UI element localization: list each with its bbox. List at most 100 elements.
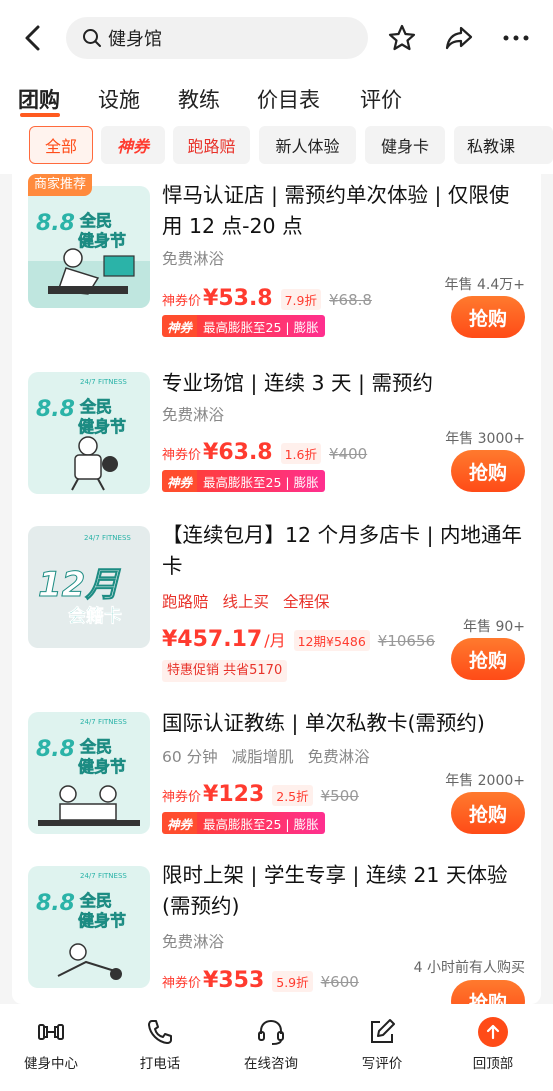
tag: 免费淋浴 — [162, 406, 225, 424]
chip-gym-card[interactable]: 健身卡 — [365, 126, 445, 164]
tag: 免费淋浴 — [162, 933, 225, 951]
tab-facilities[interactable]: 设施 — [98, 84, 140, 114]
bottom-bar: 健身中心 打电话 在线咨询 写评价 回顶部 — [0, 1004, 553, 1091]
poster-brand: 24/7 FITNESS — [80, 718, 127, 726]
price-row: ¥457.17 /月 12期¥5486 ¥10656 — [162, 627, 435, 652]
bottom-gym-center[interactable]: 健身中心 — [6, 1016, 96, 1072]
original-price: ¥500 — [320, 787, 359, 805]
original-price: ¥68.8 — [329, 291, 372, 309]
buy-button[interactable]: 抢购 — [451, 296, 525, 338]
search-query: 健身馆 — [108, 29, 162, 50]
sold-count: 年售 2000+ — [445, 773, 525, 789]
poster-line2: 健身节 — [78, 757, 126, 776]
poster-brand: 24/7 FITNESS — [80, 872, 127, 880]
original-price: ¥400 — [329, 445, 368, 463]
poster-line2: 健身节 — [78, 911, 126, 930]
deal-title: 限时上架 | 学生专享 | 连续 21 天体验(需预约) — [162, 863, 508, 918]
price-row: 神券价 ¥123 2.5折 ¥500 — [162, 782, 359, 807]
tab-price-list[interactable]: 价目表 — [257, 84, 320, 114]
filter-chips: 全部 神券 跑路赔 新人体验 健身卡 私教课 — [0, 122, 553, 174]
poster-line1: 全民 — [79, 211, 112, 230]
bottom-write-review[interactable]: 写评价 — [337, 1016, 427, 1072]
deal-item[interactable]: 24/7 FITNESS 8.8 全民 健身节 专业场馆 | 连续 3 天 | … — [12, 360, 541, 510]
buy-button[interactable]: 抢购 — [451, 980, 525, 1004]
discount: 1.6折 — [280, 443, 321, 464]
price-label: 神券价 — [162, 294, 202, 309]
discount: 2.5折 — [272, 785, 313, 806]
chip-coupon[interactable]: 神券 — [101, 126, 165, 164]
sold-count: 年售 90+ — [463, 619, 525, 635]
deal-title: 专业场馆 | 连续 3 天 | 需预约 — [162, 371, 433, 395]
poster-line1: 会籍卡 — [68, 605, 122, 627]
tab-indicator — [20, 113, 60, 117]
merchant-recommend-badge: 商家推荐 — [28, 174, 93, 196]
deal-list: 8.8 全民 健身节 商家推荐 悍马认证店 | 需预约单次体验 | 仅限使用 1… — [12, 174, 541, 1004]
price: ¥123 — [203, 782, 265, 807]
bottom-back-to-top[interactable]: 回顶部 — [448, 1016, 538, 1072]
price: ¥53.8 — [203, 286, 273, 311]
buy-button[interactable]: 抢购 — [451, 450, 525, 492]
search-icon — [83, 29, 101, 47]
deal-item[interactable]: 24/7 FITNESS 12月 会籍卡 【连续包月】12 个月多店卡 | 内地… — [12, 514, 541, 694]
discount: 7.9折 — [280, 289, 321, 310]
coupon-tag: 神券 — [162, 315, 198, 337]
chip-private-class[interactable]: 私教课 — [454, 126, 553, 164]
share-icon[interactable] — [443, 22, 475, 54]
special-promo[interactable]: 特惠促销 共省5170 — [162, 660, 288, 682]
bottom-label: 打电话 — [139, 1056, 181, 1072]
edit-icon — [366, 1016, 398, 1048]
deal-item[interactable]: 8.8 全民 健身节 商家推荐 悍马认证店 | 需预约单次体验 | 仅限使用 1… — [12, 174, 541, 344]
chip-refund-guarantee[interactable]: 跑路赔 — [173, 126, 250, 164]
coupon-promo[interactable]: 神券 最高膨胀至25 | 膨胀 — [162, 315, 325, 337]
poster-brand: 24/7 FITNESS — [84, 534, 131, 542]
poster-line2: 健身节 — [78, 231, 126, 250]
search-input[interactable]: 健身馆 — [66, 17, 368, 59]
star-icon[interactable] — [386, 22, 418, 54]
bottom-label: 在线咨询 — [244, 1056, 298, 1072]
chip-all[interactable]: 全部 — [29, 126, 93, 164]
coupon-promo[interactable]: 神券 最高膨胀至25 | 膨胀 — [162, 470, 325, 492]
poster-number: 8.8 — [36, 397, 75, 422]
coupon-tag: 神券 — [162, 812, 198, 834]
deal-title: 国际认证教练 | 单次私教卡(需预约) — [162, 711, 485, 735]
top-bar: 健身馆 — [0, 0, 553, 74]
poster-line2: 健身节 — [78, 417, 126, 436]
deal-tags: 免费淋浴 — [162, 247, 238, 269]
tag: 免费淋浴 — [162, 250, 225, 268]
original-price: ¥600 — [320, 973, 359, 991]
tab-reviews[interactable]: 评价 — [360, 84, 402, 114]
chip-new-user[interactable]: 新人体验 — [259, 126, 356, 164]
phone-icon — [144, 1016, 176, 1048]
back-icon[interactable] — [18, 22, 48, 54]
arrow-up-wrapper — [477, 1016, 509, 1048]
poster-image: 8.8 全民 健身节 — [28, 186, 150, 308]
price: ¥63.8 — [203, 440, 273, 465]
coupon-text: 最高膨胀至25 | 膨胀 — [197, 812, 325, 834]
tag: 减脂增肌 — [231, 748, 294, 766]
deal-tags: 免费淋浴 — [162, 403, 238, 425]
poster-image: 24/7 FITNESS 8.8 全民 健身节 — [28, 712, 150, 834]
deal-title: 悍马认证店 | 需预约单次体验 | 仅限使用 12 点-20 点 — [162, 183, 510, 238]
tag: 跑路赔 — [162, 593, 209, 611]
price-unit: /月 — [264, 631, 286, 650]
poster-line1: 全民 — [79, 397, 112, 416]
poster-line1: 全民 — [79, 891, 112, 910]
tab-group-buy[interactable]: 团购 — [18, 84, 60, 114]
bottom-label: 回顶部 — [472, 1056, 514, 1072]
price-label: 神券价 — [162, 976, 202, 991]
buy-button[interactable]: 抢购 — [451, 792, 525, 834]
poster-image: 24/7 FITNESS 12月 会籍卡 — [28, 526, 150, 648]
poster-brand: 24/7 FITNESS — [80, 378, 127, 386]
deal-item[interactable]: 24/7 FITNESS 8.8 全民 健身节 国际认证教练 | 单次私教卡(需… — [12, 700, 541, 850]
more-icon[interactable] — [500, 22, 532, 54]
original-price: ¥10656 — [377, 632, 436, 650]
coupon-text: 最高膨胀至25 | 膨胀 — [197, 470, 325, 492]
bottom-call[interactable]: 打电话 — [115, 1016, 205, 1072]
buy-button[interactable]: 抢购 — [451, 638, 525, 680]
bottom-online-consult[interactable]: 在线咨询 — [226, 1016, 316, 1072]
tab-coaches[interactable]: 教练 — [178, 84, 220, 114]
coupon-promo[interactable]: 神券 最高膨胀至25 | 膨胀 — [162, 812, 325, 834]
arrow-up-icon — [478, 1017, 508, 1047]
coupon-tag: 神券 — [162, 470, 198, 492]
deal-item[interactable]: 24/7 FITNESS 8.8 全民 健身节 限时上架 | 学生专享 | 连续… — [12, 854, 541, 1004]
